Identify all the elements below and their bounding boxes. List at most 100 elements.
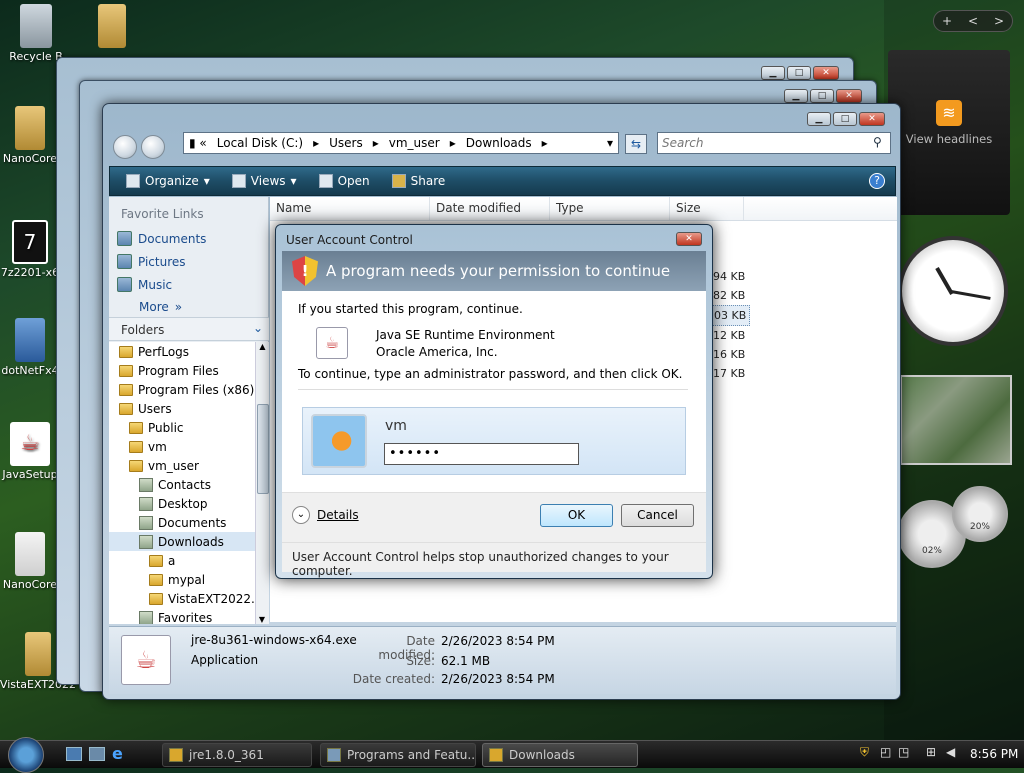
tree-item[interactable]: Program Files — [109, 361, 255, 380]
tree-item-label: Desktop — [158, 496, 208, 511]
user-avatar — [311, 414, 367, 468]
breadcrumb-vm-user[interactable]: vm_user — [384, 136, 445, 150]
file-size[interactable]: 17 KB — [710, 364, 750, 383]
credential-tile[interactable]: vm •••••• — [302, 407, 686, 475]
tree-item[interactable]: Favorites — [109, 608, 255, 624]
address-dropdown-icon[interactable]: ▾ — [602, 136, 618, 150]
cancel-button[interactable]: Cancel — [621, 504, 694, 527]
uac-close-button[interactable]: ✕ — [676, 232, 702, 246]
column-name[interactable]: Name — [270, 197, 430, 220]
tree-item[interactable]: Public — [109, 418, 255, 437]
help-icon[interactable]: ? — [869, 173, 885, 189]
maximize-button[interactable]: □ — [810, 89, 834, 103]
maximize-button[interactable]: □ — [833, 112, 857, 126]
tree-item[interactable]: Users — [109, 399, 255, 418]
tree-item[interactable]: vm_user — [109, 456, 255, 475]
close-button[interactable]: ✕ — [859, 112, 885, 126]
uac-program-name: Java SE Runtime Environment — [376, 328, 555, 342]
refresh-button[interactable]: ⇆ — [625, 134, 647, 154]
next-icon[interactable]: > — [994, 14, 1004, 28]
views-button[interactable]: Views ▾ — [226, 174, 303, 188]
search-icon[interactable]: ⚲ — [873, 135, 882, 149]
open-button[interactable]: Open — [313, 174, 376, 188]
chevron-right-icon[interactable]: ▸ — [537, 136, 553, 150]
tray-icon[interactable]: ◰ — [880, 745, 891, 759]
tree-item-label: Documents — [158, 515, 227, 530]
tree-item[interactable]: Documents — [109, 513, 255, 532]
security-shield-icon[interactable]: ⛨ — [860, 745, 869, 760]
tree-item[interactable]: Program Files (x86) — [109, 380, 255, 399]
chevron-right-icon[interactable]: ▸ — [368, 136, 384, 150]
minimize-button[interactable]: ▁ — [807, 112, 831, 126]
folder-tree-scrollbar[interactable]: ▲ ▼ — [255, 342, 269, 624]
favorite-link-music[interactable]: Music — [109, 273, 268, 296]
control-panel-icon — [327, 748, 341, 762]
organize-button[interactable]: Organize ▾ — [120, 174, 216, 188]
internet-explorer-icon[interactable]: e — [112, 744, 123, 763]
back-button[interactable] — [113, 135, 137, 159]
chevron-right-icon[interactable]: ▸ — [445, 136, 461, 150]
file-size[interactable]: 12 KB — [710, 326, 750, 345]
file-size-selected[interactable]: 03 KB — [710, 305, 751, 326]
breadcrumb-users[interactable]: Users — [324, 136, 368, 150]
desktop-icon-recycle-bin[interactable]: Recycle B — [0, 4, 76, 63]
search-input[interactable]: Search — [657, 132, 891, 154]
favorite-link-documents[interactable]: Documents — [109, 227, 268, 250]
tree-item[interactable]: mypal — [109, 570, 255, 589]
details-toggle[interactable]: Details — [317, 508, 359, 522]
ok-button[interactable]: OK — [540, 504, 613, 527]
tree-item[interactable]: PerfLogs — [109, 342, 255, 361]
special-folder-icon — [139, 477, 153, 492]
chevron-down-icon[interactable]: ⌄ — [292, 506, 310, 524]
maximize-button[interactable]: □ — [787, 66, 811, 80]
close-button[interactable]: ✕ — [836, 89, 862, 103]
quick-launch-switch-icon[interactable] — [89, 747, 105, 761]
network-icon[interactable]: ⊞ — [926, 745, 936, 759]
quick-launch-desktop-icon[interactable] — [66, 747, 82, 761]
close-button[interactable]: ✕ — [813, 66, 839, 80]
chevron-right-icon[interactable]: ▸ — [308, 136, 324, 150]
column-size[interactable]: Size — [670, 197, 744, 220]
password-field[interactable]: •••••• — [384, 443, 579, 465]
window-controls: ▁ □ ✕ — [784, 89, 862, 103]
desktop-icon-folder[interactable] — [72, 4, 152, 50]
address-bar[interactable]: ▮ « Local Disk (C:) ▸ Users ▸ vm_user ▸ Dow… — [183, 132, 619, 154]
share-button-label: Share — [410, 174, 446, 188]
tree-item[interactable]: vm — [109, 437, 255, 456]
add-gadget-icon[interactable]: + — [942, 14, 952, 28]
favorite-link-more[interactable]: More» — [109, 296, 268, 318]
forward-button[interactable] — [141, 135, 165, 159]
tree-item[interactable]: a — [109, 551, 255, 570]
tray-icon[interactable]: ◳ — [898, 745, 909, 759]
tree-item[interactable]: VistaEXT2022.z — [109, 589, 255, 608]
minimize-button[interactable]: ▁ — [761, 66, 785, 80]
prev-icon[interactable]: < — [968, 14, 978, 28]
pictures-icon — [117, 254, 132, 269]
share-button[interactable]: Share — [386, 174, 452, 188]
clock-time[interactable]: 8:56 PM — [970, 747, 1018, 761]
breadcrumb-downloads[interactable]: Downloads — [461, 136, 537, 150]
column-date-modified[interactable]: Date modified — [430, 197, 550, 220]
tree-item[interactable]: Desktop — [109, 494, 255, 513]
favorite-link-pictures[interactable]: Pictures — [109, 250, 268, 273]
task-jre[interactable]: jre1.8.0_361 — [162, 743, 312, 767]
file-size[interactable]: 82 KB — [710, 286, 750, 305]
breadcrumb-local-disk[interactable]: Local Disk (C:) — [212, 136, 308, 150]
volume-icon[interactable]: ◀ — [946, 745, 955, 759]
minimize-button[interactable]: ▁ — [784, 89, 808, 103]
task-downloads[interactable]: Downloads — [482, 743, 638, 767]
gadget-controls[interactable]: + < > — [933, 10, 1013, 32]
tree-item[interactable]: Contacts — [109, 475, 255, 494]
file-size[interactable]: 16 KB — [710, 345, 750, 364]
tree-item[interactable]: Downloads — [109, 532, 255, 551]
scrollbar-thumb[interactable] — [257, 404, 269, 494]
feed-headlines-gadget[interactable]: ≋ View headlines — [888, 50, 1010, 215]
task-programs-features[interactable]: Programs and Featu... — [320, 743, 476, 767]
scroll-down-icon[interactable]: ▼ — [256, 615, 268, 624]
credential-username: vm — [385, 418, 407, 434]
scroll-up-icon[interactable]: ▲ — [256, 342, 269, 351]
column-type[interactable]: Type — [550, 197, 670, 220]
tree-item-label: mypal — [168, 572, 206, 587]
folders-header[interactable]: Folders ⌄ — [109, 317, 269, 341]
file-size[interactable]: 94 KB — [710, 267, 750, 286]
